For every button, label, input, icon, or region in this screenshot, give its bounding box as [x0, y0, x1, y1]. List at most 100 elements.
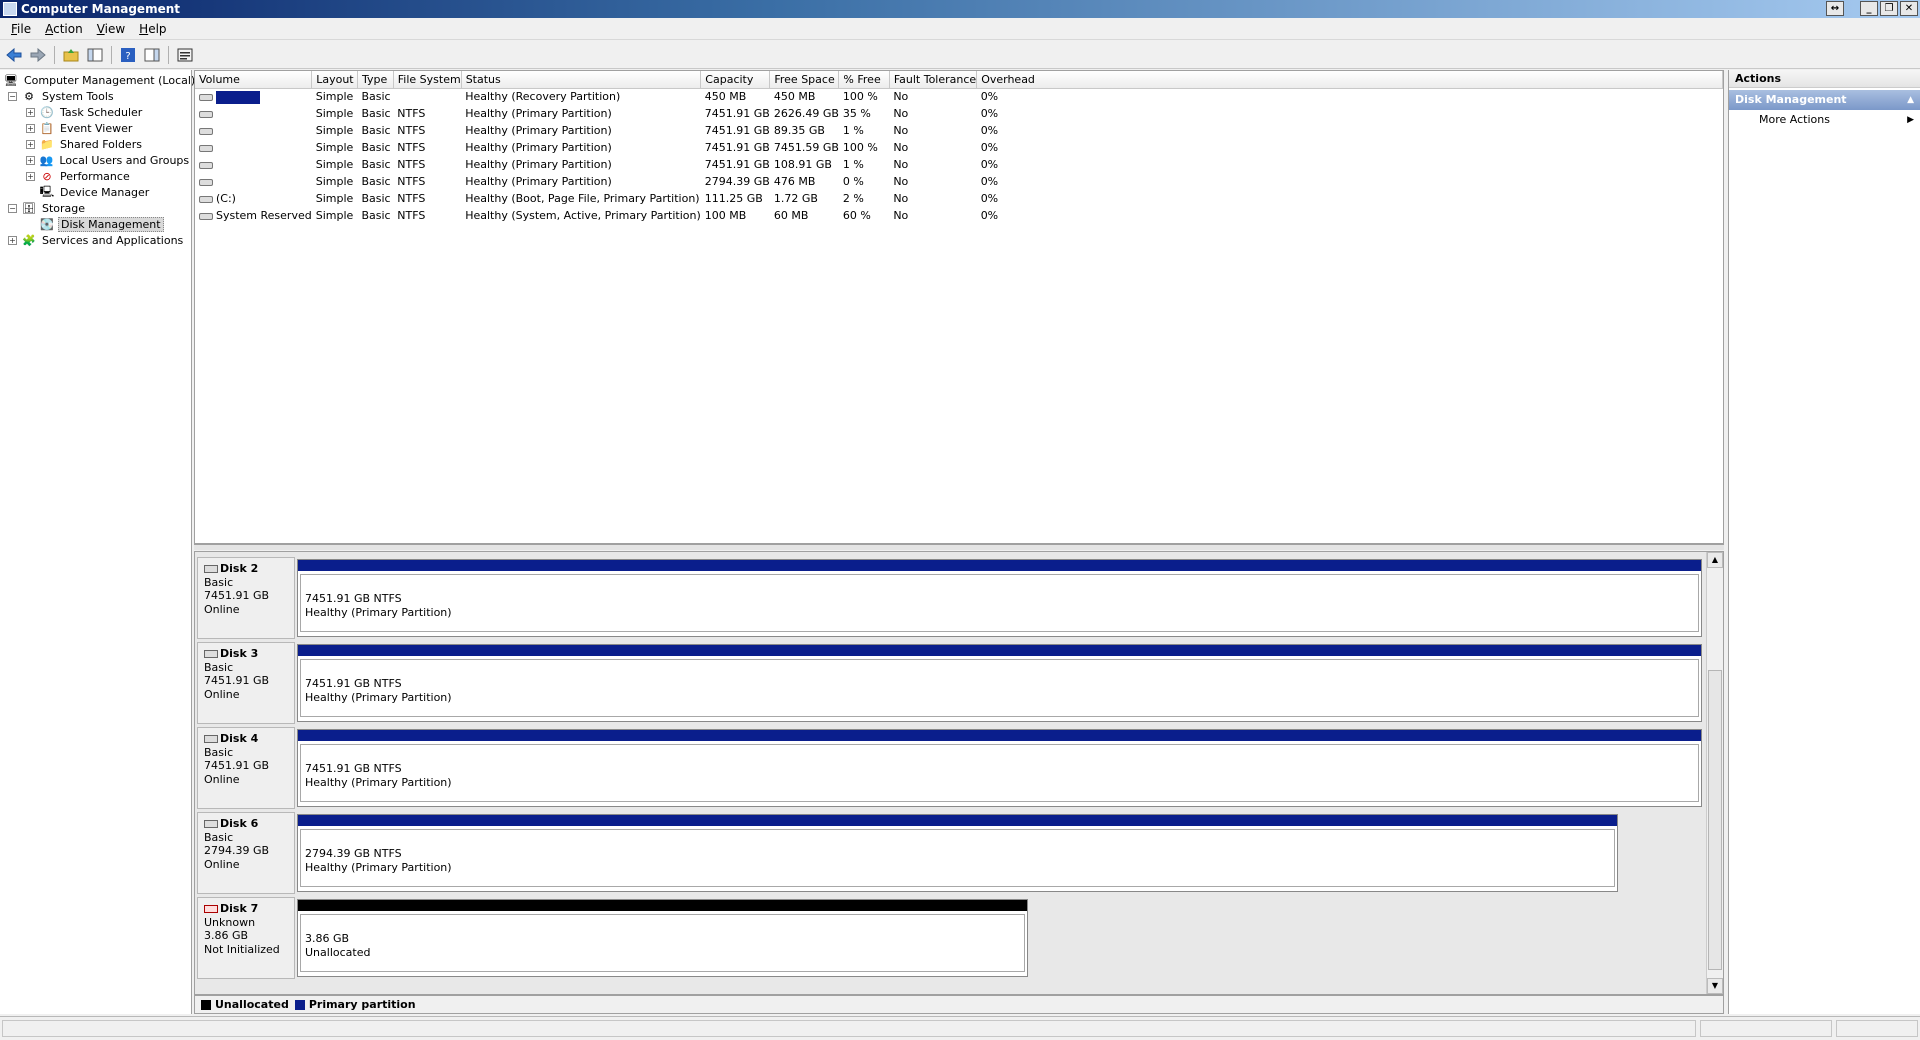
- disk-row: Disk 3 Basic 7451.91 GB Online 7451.91 G…: [197, 642, 1705, 724]
- expand-toggle[interactable]: +: [26, 107, 35, 117]
- free-space-cell: 89.35 GB: [773, 124, 825, 137]
- scroll-thumb[interactable]: [1708, 670, 1722, 970]
- table-row[interactable]: (C:) Simple Basic NTFS Healthy (Boot, Pa…: [195, 190, 1723, 207]
- show-hide-tree-icon[interactable]: [85, 45, 105, 65]
- table-row[interactable]: Simple Basic NTFS Healthy (Primary Parti…: [195, 139, 1723, 156]
- disk-info[interactable]: Disk 3 Basic 7451.91 GB Online: [197, 642, 295, 724]
- table-row[interactable]: Simple Basic NTFS Healthy (Primary Parti…: [195, 105, 1723, 122]
- col-type[interactable]: Type: [357, 71, 394, 89]
- col-percent-free[interactable]: % Free: [838, 71, 890, 89]
- col-overhead[interactable]: Overhead: [976, 71, 1723, 89]
- table-row[interactable]: System Reserved Simple Basic NTFS Health…: [195, 207, 1723, 224]
- status-cell: Healthy (Primary Partition): [465, 158, 612, 171]
- pane-splitter[interactable]: [194, 544, 1724, 550]
- fs-cell: NTFS: [397, 192, 426, 205]
- layout-cell: Simple: [315, 141, 354, 154]
- scroll-down-arrow-icon[interactable]: ▼: [1707, 978, 1723, 994]
- partition-block[interactable]: 7451.91 GB NTFS Healthy (Primary Partiti…: [297, 729, 1702, 807]
- show-hide-action-pane-icon[interactable]: [142, 45, 162, 65]
- resize-icon[interactable]: ↔: [1826, 1, 1844, 16]
- table-row[interactable]: Simple Basic NTFS Healthy (Primary Parti…: [195, 173, 1723, 190]
- menu-action[interactable]: Action: [38, 22, 90, 36]
- col-file-system[interactable]: File System: [393, 71, 462, 89]
- close-button[interactable]: ✕: [1900, 1, 1918, 16]
- partition-block[interactable]: 2794.39 GB NTFS Healthy (Primary Partiti…: [297, 814, 1618, 892]
- fs-cell: NTFS: [397, 209, 426, 222]
- tree-item-task-scheduler[interactable]: + 🕒 Task Scheduler: [0, 104, 191, 120]
- actions-section-disk-management[interactable]: Disk Management ▲: [1729, 90, 1920, 110]
- shared-folder-icon: 📁: [40, 137, 54, 151]
- expand-toggle[interactable]: +: [26, 139, 35, 149]
- table-row[interactable]: Simple Basic NTFS Healthy (Primary Parti…: [195, 156, 1723, 173]
- col-fault-tolerance[interactable]: Fault Tolerance: [889, 71, 978, 89]
- more-actions-item[interactable]: More Actions ▶: [1729, 110, 1920, 130]
- tree-item-storage[interactable]: − 🗄 Storage: [0, 200, 191, 216]
- tree-item-event-viewer[interactable]: + 📋 Event Viewer: [0, 120, 191, 136]
- tree-item-root[interactable]: 🖥 Computer Management (Local): [0, 72, 195, 88]
- collapse-toggle[interactable]: −: [8, 91, 17, 101]
- volume-cell: [195, 139, 312, 156]
- tree-item-shared-folders[interactable]: + 📁 Shared Folders: [0, 136, 191, 152]
- expand-toggle[interactable]: +: [26, 171, 35, 181]
- disk-row: Disk 6 Basic 2794.39 GB Online 2794.39 G…: [197, 812, 1705, 894]
- expand-toggle[interactable]: +: [8, 235, 17, 245]
- volume-cell: [195, 105, 312, 122]
- vertical-scrollbar[interactable]: ▲ ▼: [1706, 552, 1723, 994]
- disk-info[interactable]: Disk 2 Basic 7451.91 GB Online: [197, 557, 295, 639]
- restore-button[interactable]: ❐: [1880, 1, 1898, 16]
- menu-file[interactable]: File: [4, 22, 38, 36]
- expand-toggle[interactable]: +: [26, 155, 35, 165]
- back-arrow-icon[interactable]: [4, 45, 24, 65]
- tree-item-performance[interactable]: + ⊘ Performance: [0, 168, 191, 184]
- partition-block[interactable]: 7451.91 GB NTFS Healthy (Primary Partiti…: [297, 559, 1702, 637]
- table-row[interactable]: Simple Basic NTFS Healthy (Primary Parti…: [195, 122, 1723, 139]
- legend-unallocated: Unallocated: [201, 998, 289, 1011]
- tree-item-local-users[interactable]: + 👥 Local Users and Groups: [0, 152, 191, 168]
- tree-item-device-manager[interactable]: 🖳 Device Manager: [0, 184, 191, 200]
- collapse-caret-icon[interactable]: ▲: [1907, 90, 1914, 110]
- col-free-space[interactable]: Free Space: [769, 71, 840, 89]
- layout-cell: Simple: [315, 158, 354, 171]
- forward-arrow-icon[interactable]: [28, 45, 48, 65]
- col-capacity[interactable]: Capacity: [700, 71, 771, 89]
- volume-table-header: Volume Layout Type File System Status Ca…: [195, 71, 1723, 89]
- expand-toggle[interactable]: +: [26, 123, 35, 133]
- disk-info[interactable]: Disk 7 Unknown 3.86 GB Not Initialized: [197, 897, 295, 979]
- tree-item-disk-management[interactable]: 💽 Disk Management: [0, 216, 191, 232]
- col-layout[interactable]: Layout: [311, 71, 358, 89]
- col-volume[interactable]: Volume: [195, 71, 313, 89]
- capacity-cell: 2794.39 GB: [704, 175, 770, 188]
- scroll-up-arrow-icon[interactable]: ▲: [1707, 552, 1723, 568]
- properties-icon[interactable]: [175, 45, 195, 65]
- fs-cell: NTFS: [397, 175, 426, 188]
- help-icon[interactable]: ?: [118, 45, 138, 65]
- col-status[interactable]: Status: [461, 71, 702, 89]
- menu-help[interactable]: Help: [132, 22, 173, 36]
- tree-item-services[interactable]: + 🧩 Services and Applications: [0, 232, 191, 248]
- up-folder-icon[interactable]: [61, 45, 81, 65]
- tools-icon: ⚙: [24, 89, 34, 103]
- minimize-button[interactable]: _: [1860, 1, 1878, 16]
- collapse-toggle[interactable]: −: [8, 203, 17, 213]
- volume-cell: [195, 122, 312, 139]
- toolbar-separator: [168, 45, 169, 64]
- status-cell: Healthy (Recovery Partition): [465, 90, 621, 104]
- free-space-cell: 450 MB: [773, 90, 816, 104]
- fault-tolerance-cell: No: [893, 124, 909, 137]
- partition-details: 7451.91 GB NTFS Healthy (Primary Partiti…: [300, 659, 1699, 717]
- disk-icon: [204, 819, 218, 828]
- partition-block[interactable]: 3.86 GB Unallocated: [297, 899, 1028, 977]
- computer-icon: 🖥: [4, 73, 18, 87]
- table-row[interactable]: Simple Basic Healthy (Recovery Partition…: [195, 88, 1723, 105]
- partition-block[interactable]: 7451.91 GB NTFS Healthy (Primary Partiti…: [297, 644, 1702, 722]
- disk-info[interactable]: Disk 4 Basic 7451.91 GB Online: [197, 727, 295, 809]
- tree-item-system-tools[interactable]: − ⚙ System Tools: [0, 88, 191, 104]
- percent-free-cell: 1 %: [842, 124, 864, 137]
- disk-icon: [204, 564, 218, 573]
- primary-partition-stripe: [298, 560, 1701, 571]
- primary-partition-stripe: [298, 815, 1617, 826]
- menu-view[interactable]: View: [90, 22, 132, 36]
- fault-tolerance-cell: No: [893, 209, 909, 222]
- disk-info[interactable]: Disk 6 Basic 2794.39 GB Online: [197, 812, 295, 894]
- console-tree: 🖥 Computer Management (Local) − ⚙ System…: [0, 70, 195, 1014]
